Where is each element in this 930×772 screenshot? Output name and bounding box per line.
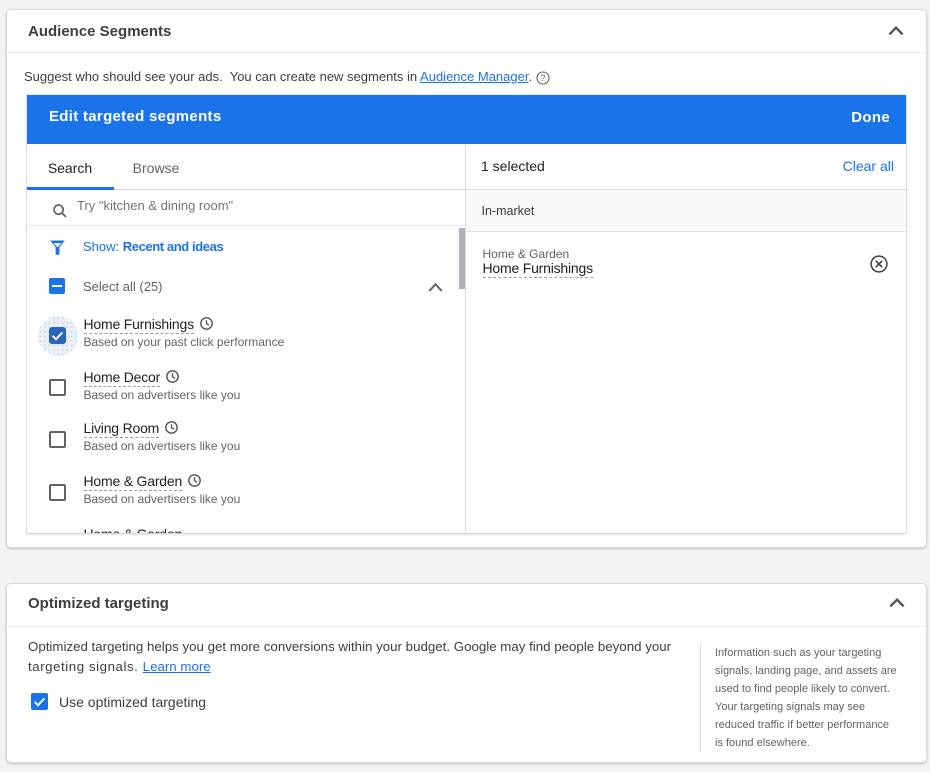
- svg-text:?: ?: [540, 73, 545, 83]
